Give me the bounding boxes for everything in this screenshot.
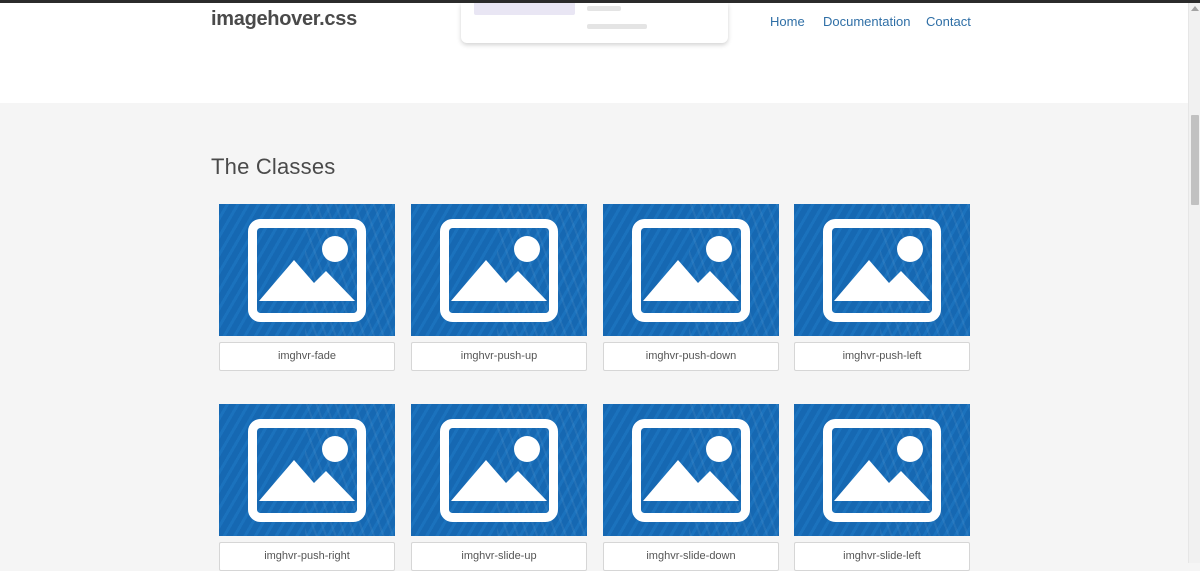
class-label-button[interactable]: imghvr-push-down	[603, 342, 779, 371]
site-header: imagehover.css Home Documentation Contac…	[0, 3, 1188, 103]
demo-preview-card	[461, 3, 728, 43]
card-thumbnail[interactable]	[219, 404, 395, 536]
class-card[interactable]: imghvr-slide-left	[794, 404, 970, 571]
class-label-button[interactable]: imghvr-slide-down	[603, 542, 779, 571]
nav-link-home[interactable]: Home	[770, 14, 805, 29]
class-card[interactable]: imghvr-push-right	[219, 404, 395, 571]
nav-link-documentation[interactable]: Documentation	[823, 14, 910, 29]
demo-preview-text-line	[587, 24, 647, 29]
class-card[interactable]: imghvr-push-up	[411, 204, 587, 371]
class-label-button[interactable]: imghvr-slide-left	[794, 542, 970, 571]
class-label-button[interactable]: imghvr-fade	[219, 342, 395, 371]
class-card[interactable]: imghvr-push-left	[794, 204, 970, 371]
class-card[interactable]: imghvr-slide-up	[411, 404, 587, 571]
class-label-button[interactable]: imghvr-push-up	[411, 342, 587, 371]
demo-preview-text-line	[587, 6, 621, 11]
scrollbar-thumb[interactable]	[1191, 115, 1199, 205]
brand-logo[interactable]: imagehover.css	[211, 8, 357, 31]
class-card[interactable]: imghvr-push-down	[603, 204, 779, 371]
section-title: The Classes	[211, 154, 336, 179]
card-thumbnail[interactable]	[411, 204, 587, 336]
scroll-up-arrow-icon[interactable]	[1191, 6, 1199, 11]
card-thumbnail[interactable]	[219, 204, 395, 336]
card-thumbnail[interactable]	[794, 404, 970, 536]
card-thumbnail[interactable]	[411, 404, 587, 536]
class-card[interactable]: imghvr-fade	[219, 204, 395, 371]
class-label-button[interactable]: imghvr-slide-up	[411, 542, 587, 571]
class-label-button[interactable]: imghvr-push-right	[219, 542, 395, 571]
card-thumbnail[interactable]	[603, 404, 779, 536]
class-card[interactable]: imghvr-slide-down	[603, 404, 779, 571]
nav-link-contact[interactable]: Contact	[926, 14, 971, 29]
class-label-button[interactable]: imghvr-push-left	[794, 342, 970, 371]
demo-preview-thumbnail	[474, 3, 575, 15]
card-thumbnail[interactable]	[603, 204, 779, 336]
vertical-scrollbar[interactable]	[1188, 3, 1200, 563]
card-thumbnail[interactable]	[794, 204, 970, 336]
